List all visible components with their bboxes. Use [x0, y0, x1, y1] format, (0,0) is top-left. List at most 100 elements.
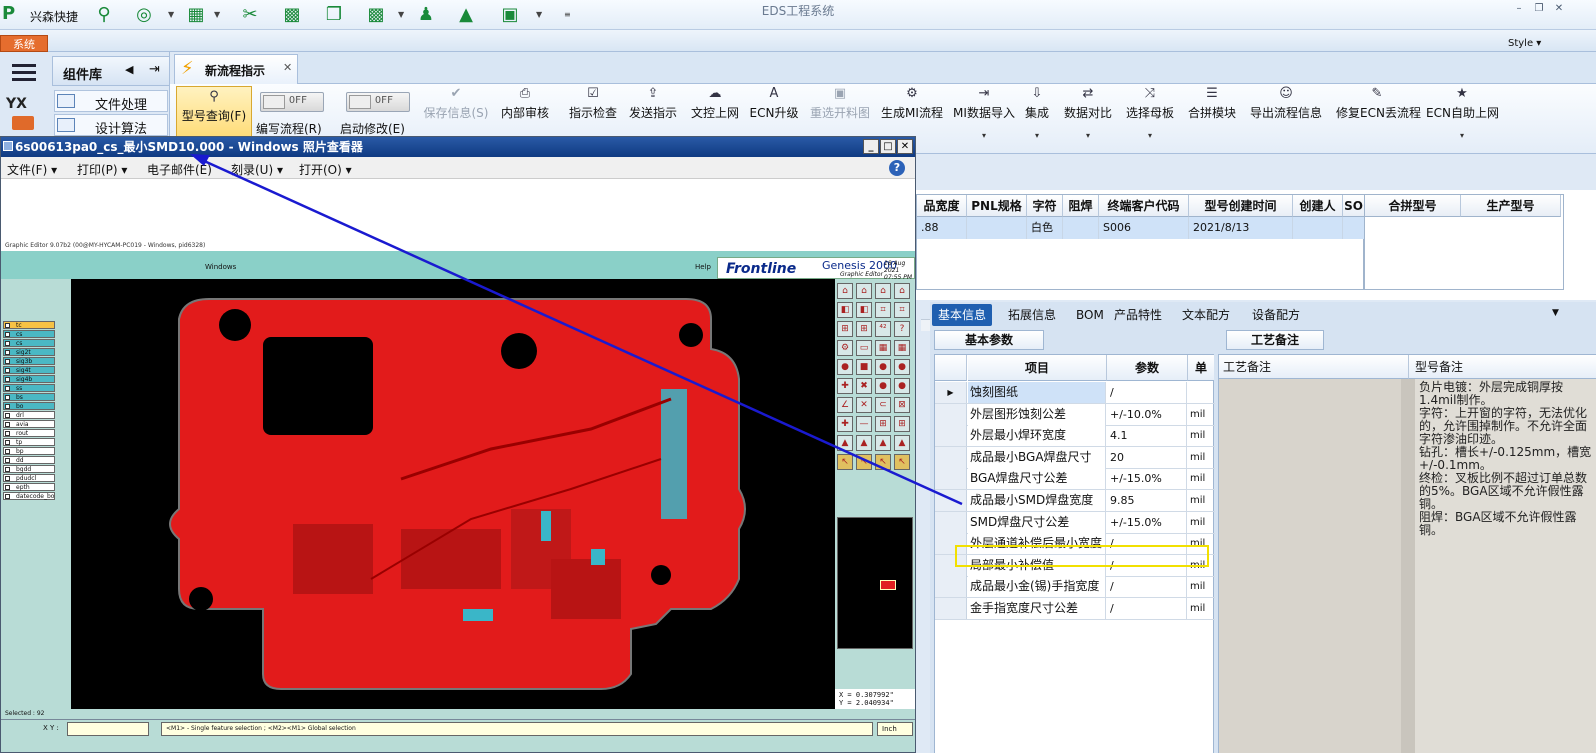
table-cell[interactable]: S006 — [1099, 217, 1189, 239]
viewer-menu-print[interactable]: 打印(P) ▾ — [77, 161, 127, 178]
write-process-toggle[interactable]: OFF — [260, 92, 324, 112]
genesis-tool-icon[interactable]: ⊞ — [837, 321, 853, 337]
layer-item[interactable]: sig2t — [3, 348, 55, 356]
table-cell[interactable]: 2021/8/13 — [1189, 217, 1293, 239]
layer-item[interactable]: sig4b — [3, 375, 55, 383]
column-header[interactable]: 合拼型号 — [1365, 195, 1461, 217]
layer-item[interactable]: bs — [3, 393, 55, 401]
genesis-tool-icon[interactable]: ✚ — [837, 416, 853, 432]
pin-icon[interactable]: ⇥ — [149, 62, 160, 77]
column-header[interactable]: 生产型号 — [1461, 195, 1561, 217]
table-row[interactable]: 成品最小BGA焊盘尺寸 20 mil — [935, 446, 1215, 469]
genesis-tool-icon[interactable]: ▲ — [894, 435, 910, 451]
column-header[interactable]: 字符 — [1027, 195, 1063, 217]
column-header[interactable]: 阻焊 — [1063, 195, 1099, 217]
layer-item[interactable]: dd — [3, 456, 55, 464]
info-tab-0[interactable]: 基本信息 — [932, 304, 993, 326]
param-value[interactable]: +/-10.0% — [1107, 403, 1187, 425]
layer-item[interactable]: bp — [3, 447, 55, 455]
minimize-icon[interactable]: – — [1512, 3, 1526, 15]
layer-checkbox[interactable] — [5, 332, 10, 337]
layer-checkbox[interactable] — [5, 431, 10, 436]
table-cell[interactable] — [1293, 217, 1343, 239]
column-header[interactable]: 终端客户代码 — [1099, 195, 1189, 217]
ribbon-button-14[interactable]: ✎ 修复ECN丢流程 — [1336, 84, 1421, 150]
layer-item[interactable]: tc — [3, 321, 55, 329]
genesis-tool-icon[interactable]: ⌂ — [894, 283, 910, 299]
info-tab-1[interactable]: 拓展信息 — [1002, 304, 1062, 326]
table-row[interactable]: ▶ 蚀刻图纸 / — [935, 382, 1215, 404]
layer-checkbox[interactable] — [5, 395, 10, 400]
close-tab-icon[interactable]: ✕ — [283, 61, 292, 74]
layer-checkbox[interactable] — [5, 440, 10, 445]
vertical-scrollbar[interactable] — [1401, 379, 1415, 753]
layer-item[interactable]: sig4t — [3, 366, 55, 374]
genesis-tool-icon[interactable]: ⊂ — [875, 397, 891, 413]
ribbon-button-12[interactable]: ☰ 合拼模块 — [1186, 84, 1238, 150]
param-value[interactable]: / — [1107, 598, 1187, 619]
layer-checkbox[interactable] — [5, 494, 10, 499]
genesis-tool-icon[interactable]: ● — [894, 378, 910, 394]
genesis-tool-icon[interactable]: ⌂ — [875, 283, 891, 299]
genesis-tool-icon[interactable]: ▲ — [856, 435, 872, 451]
genesis-tool-icon[interactable]: ◧ — [837, 302, 853, 318]
param-value[interactable]: 4.1 — [1107, 425, 1187, 447]
layer-checkbox[interactable] — [5, 386, 10, 391]
layer-checkbox[interactable] — [5, 377, 10, 382]
tab-process-notes[interactable]: 工艺备注 — [1226, 330, 1324, 350]
genesis-tool-icon[interactable]: ⁴² — [875, 321, 891, 337]
model-notes-text[interactable]: 负片电镀：外层完成铜厚按1.4mil制作。 字符：上开窗的字符，无法优化的，允许… — [1415, 379, 1596, 753]
table-cell[interactable] — [967, 217, 1027, 239]
help-icon[interactable]: ? — [889, 160, 905, 176]
genesis-tool-icon[interactable]: ⌗ — [875, 302, 891, 318]
restore-icon[interactable]: ❐ — [1532, 3, 1546, 15]
hamburger-menu-icon[interactable] — [8, 60, 40, 86]
viewer-menu-file[interactable]: 文件(F) ▾ — [7, 161, 57, 178]
genesis-tool-icon[interactable]: ▭ — [856, 340, 872, 356]
genesis-tool-icon[interactable]: ↖ — [856, 454, 872, 470]
genesis-tool-icon[interactable]: ● — [894, 359, 910, 375]
info-tab-4[interactable]: 文本配方 — [1176, 304, 1236, 326]
genesis-tool-icon[interactable]: ⌗ — [894, 302, 910, 318]
system-tab[interactable]: 系统 — [0, 35, 48, 52]
process-notes-cell[interactable] — [1219, 379, 1401, 753]
coordinate-input[interactable] — [67, 722, 149, 736]
param-value[interactable]: +/-15.0% — [1107, 511, 1187, 533]
layer-item[interactable]: drl — [3, 411, 55, 419]
start-modify-toggle[interactable]: OFF — [346, 92, 410, 112]
dropdown-arrow-icon[interactable]: ▾ — [1426, 131, 1498, 140]
table-row[interactable]: 成品最小金(锡)手指宽度 / mil — [935, 576, 1215, 599]
genesis-tool-icon[interactable]: — — [856, 416, 872, 432]
info-tab-5[interactable]: 设备配方 — [1246, 304, 1306, 326]
genesis-tool-icon[interactable]: ▦ — [875, 340, 891, 356]
param-value[interactable]: / — [1107, 576, 1187, 598]
column-header-item[interactable]: 项目 — [968, 355, 1107, 381]
layer-item[interactable]: avia — [3, 420, 55, 428]
layer-item[interactable]: pdudcl — [3, 474, 55, 482]
ribbon-button-10[interactable]: ⇄ 数据对比 ▾ — [1062, 84, 1114, 150]
layer-item[interactable]: cs — [3, 339, 55, 347]
genesis-tool-icon[interactable]: ⌂ — [856, 283, 872, 299]
ribbon-button-11[interactable]: ⤨ 选择母板 ▾ — [1124, 84, 1176, 150]
layer-checkbox[interactable] — [5, 350, 10, 355]
genesis-tool-icon[interactable]: ● — [875, 359, 891, 375]
layer-checkbox[interactable] — [5, 413, 10, 418]
table-row[interactable]: 外层最小焊环宽度 4.1 mil — [935, 425, 1215, 448]
layer-checkbox[interactable] — [5, 485, 10, 490]
style-menu[interactable]: Style ▾ — [1508, 38, 1541, 49]
column-header[interactable]: 型号创建时间 — [1189, 195, 1293, 217]
genesis-tool-icon[interactable]: ■ — [856, 359, 872, 375]
column-header[interactable]: 品宽度 — [917, 195, 967, 217]
column-header[interactable]: PNL规格 — [967, 195, 1027, 217]
genesis-tool-icon[interactable]: ● — [837, 359, 853, 375]
genesis-tool-icon[interactable]: ⌂ — [837, 283, 853, 299]
ribbon-button-15[interactable]: ★ ECN自助上网 ▾ — [1426, 84, 1499, 150]
layer-item[interactable]: datecode_bo — [3, 492, 55, 500]
layer-item[interactable]: rout — [3, 429, 55, 437]
layer-checkbox[interactable] — [5, 368, 10, 373]
column-header-unit[interactable]: 单 — [1188, 355, 1214, 381]
genesis-tool-icon[interactable]: ∠ — [837, 397, 853, 413]
table-row[interactable]: 成品最小SMD焊盘宽度 9.85 mil — [935, 490, 1215, 512]
layer-checkbox[interactable] — [5, 404, 10, 409]
tab-basic-params[interactable]: 基本参数 — [934, 330, 1044, 350]
